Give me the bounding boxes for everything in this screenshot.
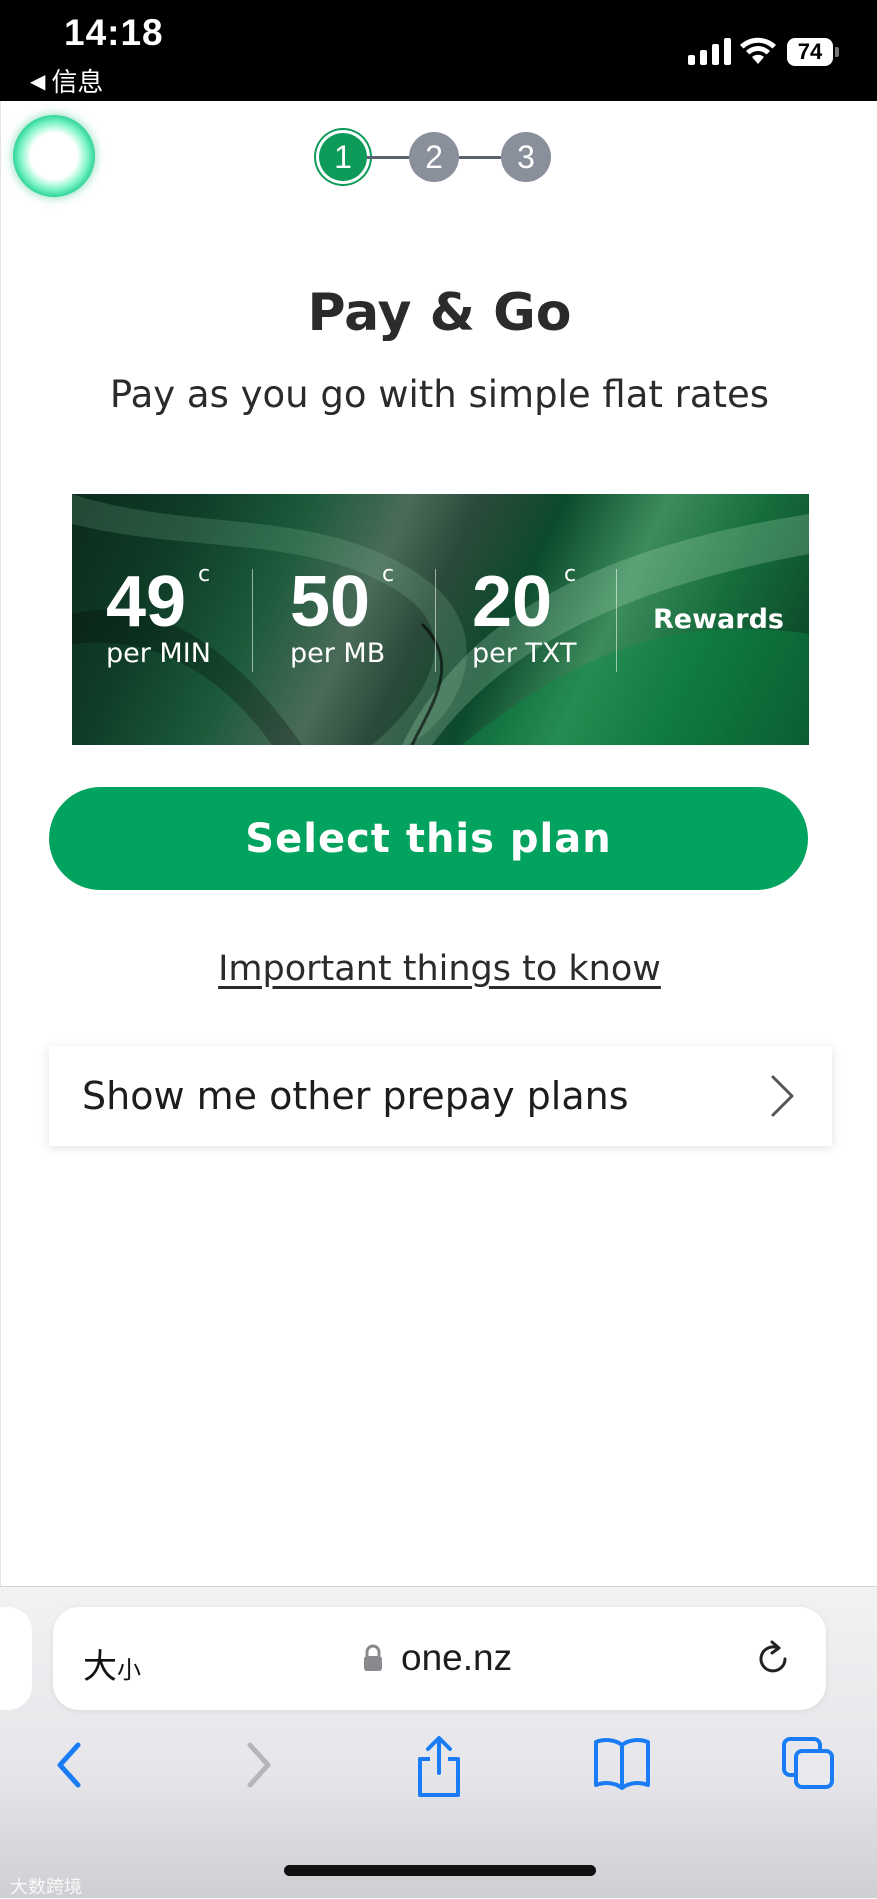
rate-unit: c: [564, 562, 577, 587]
tabs-icon[interactable]: [780, 1735, 836, 1791]
rate-unit: c: [382, 562, 395, 587]
rate-label: per MB: [290, 638, 386, 669]
lock-icon: [364, 1644, 382, 1671]
rate-divider: [252, 569, 253, 672]
address-bar[interactable]: 大小 one.nz: [53, 1607, 826, 1710]
rewards-label: Rewards: [653, 604, 784, 635]
share-icon[interactable]: [412, 1735, 466, 1799]
back-app-label: 信息: [51, 68, 104, 98]
web-page: 1 2 3 Pay & Go Pay as you go with simple…: [0, 101, 877, 1586]
rate-divider: [435, 569, 436, 672]
rate-unit: c: [198, 562, 211, 587]
battery-icon: 74: [787, 38, 833, 66]
chat-assistant-orb-icon[interactable]: [13, 115, 95, 197]
other-plans-label: Show me other prepay plans: [82, 1074, 629, 1118]
text-size-large: 大: [83, 1647, 117, 1687]
url-text: one.nz: [401, 1637, 513, 1678]
bookmarks-icon[interactable]: [592, 1735, 652, 1791]
clock: 14:18: [64, 12, 164, 53]
other-prepay-plans-row[interactable]: Show me other prepay plans: [49, 1046, 832, 1146]
forward-icon[interactable]: [238, 1735, 278, 1795]
step-2: 2: [409, 132, 459, 182]
page-title: Pay & Go: [307, 283, 572, 343]
page-subtitle: Pay as you go with simple flat rates: [109, 373, 770, 416]
rate-label: per TXT: [472, 638, 577, 669]
rate-texts: 20 c per TXT: [472, 562, 577, 669]
back-to-app-link[interactable]: ◀ 信息: [30, 62, 103, 99]
watermark: 大数跨境: [10, 1877, 82, 1898]
select-plan-button[interactable]: Select this plan: [49, 787, 808, 890]
wifi-icon: [740, 37, 776, 64]
cellular-signal-icon: [688, 38, 731, 65]
chevron-right-icon: [771, 1075, 794, 1117]
text-size-button[interactable]: 大小: [83, 1639, 141, 1688]
rate-divider: [616, 569, 617, 672]
step-1: 1: [319, 133, 367, 181]
rate-value: 20: [472, 562, 553, 642]
rate-value: 49: [106, 562, 187, 642]
step-connector: [459, 155, 501, 159]
previous-tab-peek[interactable]: [0, 1607, 32, 1710]
browser-toolbar: 大小 one.nz 大数跨境: [0, 1586, 877, 1898]
reload-icon[interactable]: [753, 1639, 793, 1679]
back-triangle-icon: ◀: [30, 68, 46, 93]
progress-stepper: 1 2 3: [319, 132, 551, 182]
important-things-link[interactable]: Important things to know: [218, 949, 661, 989]
browser-nav-row: [0, 1735, 877, 1805]
back-icon[interactable]: [50, 1735, 90, 1795]
rate-minutes: 49 c per MIN: [106, 562, 211, 669]
home-indicator[interactable]: [284, 1865, 596, 1876]
status-bar: 14:18 ◀ 信息 74: [0, 0, 877, 101]
rate-label: per MIN: [106, 638, 211, 669]
text-size-small: 小: [117, 1656, 141, 1684]
rate-value: 50: [290, 562, 371, 642]
important-info-container: Important things to know: [1, 949, 877, 989]
rates-banner: 49 c per MIN 50 c per MB 20 c per TXT Re…: [72, 494, 809, 745]
battery-level: 74: [797, 39, 823, 64]
step-connector: [367, 155, 409, 159]
battery-tip: [835, 47, 839, 57]
step-3: 3: [501, 132, 551, 182]
rate-data: 50 c per MB: [290, 562, 394, 669]
